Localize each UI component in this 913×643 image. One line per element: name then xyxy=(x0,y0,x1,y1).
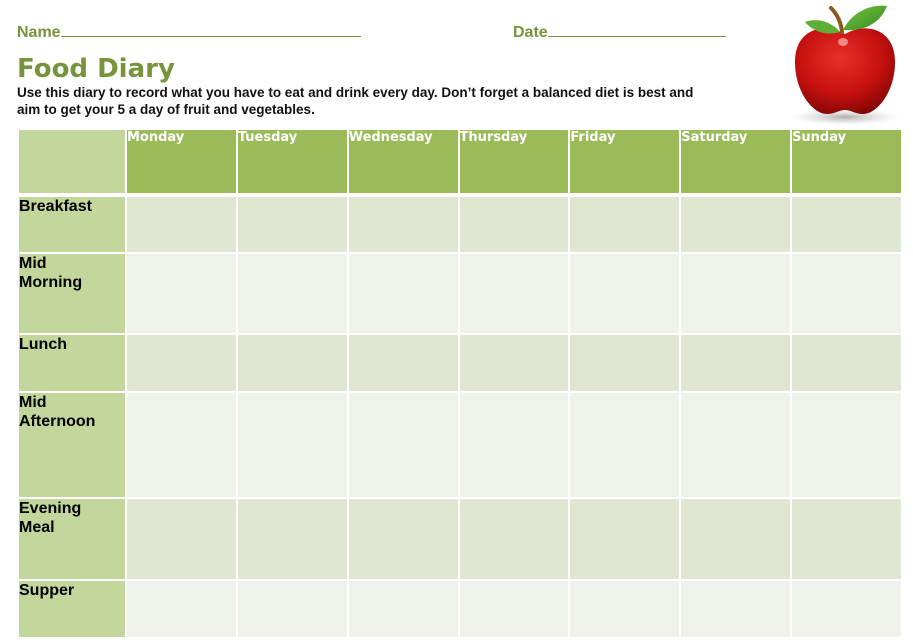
name-line[interactable] xyxy=(60,22,361,37)
meal-label-line: Mid xyxy=(19,255,47,272)
meal-label-line: Meal xyxy=(19,519,55,536)
day-header-thursday: Thursday xyxy=(457,128,571,197)
food-diary-table: Monday Tuesday Wednesday Thursday Friday… xyxy=(17,128,903,639)
entry-cell[interactable] xyxy=(679,497,793,581)
entry-cell[interactable] xyxy=(679,252,793,335)
entry-cell[interactable] xyxy=(235,391,349,499)
entry-cell[interactable] xyxy=(235,497,349,581)
entry-cell[interactable] xyxy=(568,579,682,639)
table-row-lunch: Lunch xyxy=(17,333,903,393)
entry-cell[interactable] xyxy=(457,391,571,499)
entry-cell[interactable] xyxy=(125,194,238,254)
apple-icon xyxy=(790,5,900,125)
entry-cell[interactable] xyxy=(457,497,571,581)
entry-cell[interactable] xyxy=(457,194,571,254)
entry-cell[interactable] xyxy=(125,579,238,639)
entry-cell[interactable] xyxy=(125,333,238,393)
entry-cell[interactable] xyxy=(235,579,349,639)
entry-cell[interactable] xyxy=(235,194,349,254)
meal-label-supper: Supper xyxy=(17,579,127,639)
entry-cell[interactable] xyxy=(125,252,238,335)
entry-cell[interactable] xyxy=(790,252,903,335)
entry-cell[interactable] xyxy=(346,579,460,639)
entry-cell[interactable] xyxy=(568,333,682,393)
meal-label-line: Mid xyxy=(19,394,47,411)
entry-cell[interactable] xyxy=(679,391,793,499)
entry-cell[interactable] xyxy=(568,391,682,499)
meal-label-line: Afternoon xyxy=(19,413,96,430)
entry-cell[interactable] xyxy=(790,579,903,639)
table-header-row: Monday Tuesday Wednesday Thursday Friday… xyxy=(17,128,903,197)
entry-cell[interactable] xyxy=(346,252,460,335)
intro-line-2: aim to get your 5 a day of fruit and veg… xyxy=(17,102,315,117)
entry-cell[interactable] xyxy=(457,252,571,335)
meal-label-line: Breakfast xyxy=(19,198,92,215)
entry-cell[interactable] xyxy=(346,333,460,393)
entry-cell[interactable] xyxy=(568,194,682,254)
entry-cell[interactable] xyxy=(457,579,571,639)
meal-label-mid-morning: Mid Morning xyxy=(17,252,127,335)
table-row-mid-morning: Mid Morning xyxy=(17,252,903,335)
entry-cell[interactable] xyxy=(457,333,571,393)
entry-cell[interactable] xyxy=(790,194,903,254)
entry-cell[interactable] xyxy=(790,497,903,581)
entry-cell[interactable] xyxy=(568,497,682,581)
meal-label-line: Evening xyxy=(19,500,82,517)
entry-cell[interactable] xyxy=(346,497,460,581)
entry-cell[interactable] xyxy=(235,252,349,335)
date-field[interactable]: Date xyxy=(513,22,726,42)
entry-cell[interactable] xyxy=(346,391,460,499)
entry-cell[interactable] xyxy=(568,252,682,335)
intro-line-1: Use this diary to record what you have t… xyxy=(17,85,694,100)
entry-cell[interactable] xyxy=(679,579,793,639)
meal-label-evening-meal: Evening Meal xyxy=(17,497,127,581)
entry-cell[interactable] xyxy=(125,391,238,499)
table-row-mid-afternoon: Mid Afternoon xyxy=(17,391,903,499)
date-line[interactable] xyxy=(547,22,726,37)
entry-cell[interactable] xyxy=(679,333,793,393)
intro-text: Use this diary to record what you have t… xyxy=(17,84,737,118)
table-row-supper: Supper xyxy=(17,579,903,639)
day-header-sunday: Sunday xyxy=(790,128,903,197)
entry-cell[interactable] xyxy=(790,391,903,499)
entry-cell[interactable] xyxy=(790,333,903,393)
day-header-wednesday: Wednesday xyxy=(346,128,460,197)
table-row-breakfast: Breakfast xyxy=(17,194,903,254)
meal-label-lunch: Lunch xyxy=(17,333,127,393)
day-header-monday: Monday xyxy=(125,128,238,197)
corner-cell xyxy=(17,128,127,197)
day-header-tuesday: Tuesday xyxy=(235,128,349,197)
date-label: Date xyxy=(513,24,548,41)
day-header-friday: Friday xyxy=(568,128,682,197)
meal-label-line: Lunch xyxy=(19,336,67,353)
entry-cell[interactable] xyxy=(125,497,238,581)
meal-label-breakfast: Breakfast xyxy=(17,194,127,254)
meal-label-mid-afternoon: Mid Afternoon xyxy=(17,391,127,499)
day-header-saturday: Saturday xyxy=(679,128,793,197)
entry-cell[interactable] xyxy=(679,194,793,254)
entry-cell[interactable] xyxy=(235,333,349,393)
page-title: Food Diary xyxy=(17,54,175,84)
meal-label-line: Morning xyxy=(19,274,83,291)
name-label: Name xyxy=(17,24,61,41)
table-row-evening-meal: Evening Meal xyxy=(17,497,903,581)
entry-cell[interactable] xyxy=(346,194,460,254)
name-field[interactable]: Name xyxy=(17,22,361,42)
meal-label-line: Supper xyxy=(19,582,75,599)
